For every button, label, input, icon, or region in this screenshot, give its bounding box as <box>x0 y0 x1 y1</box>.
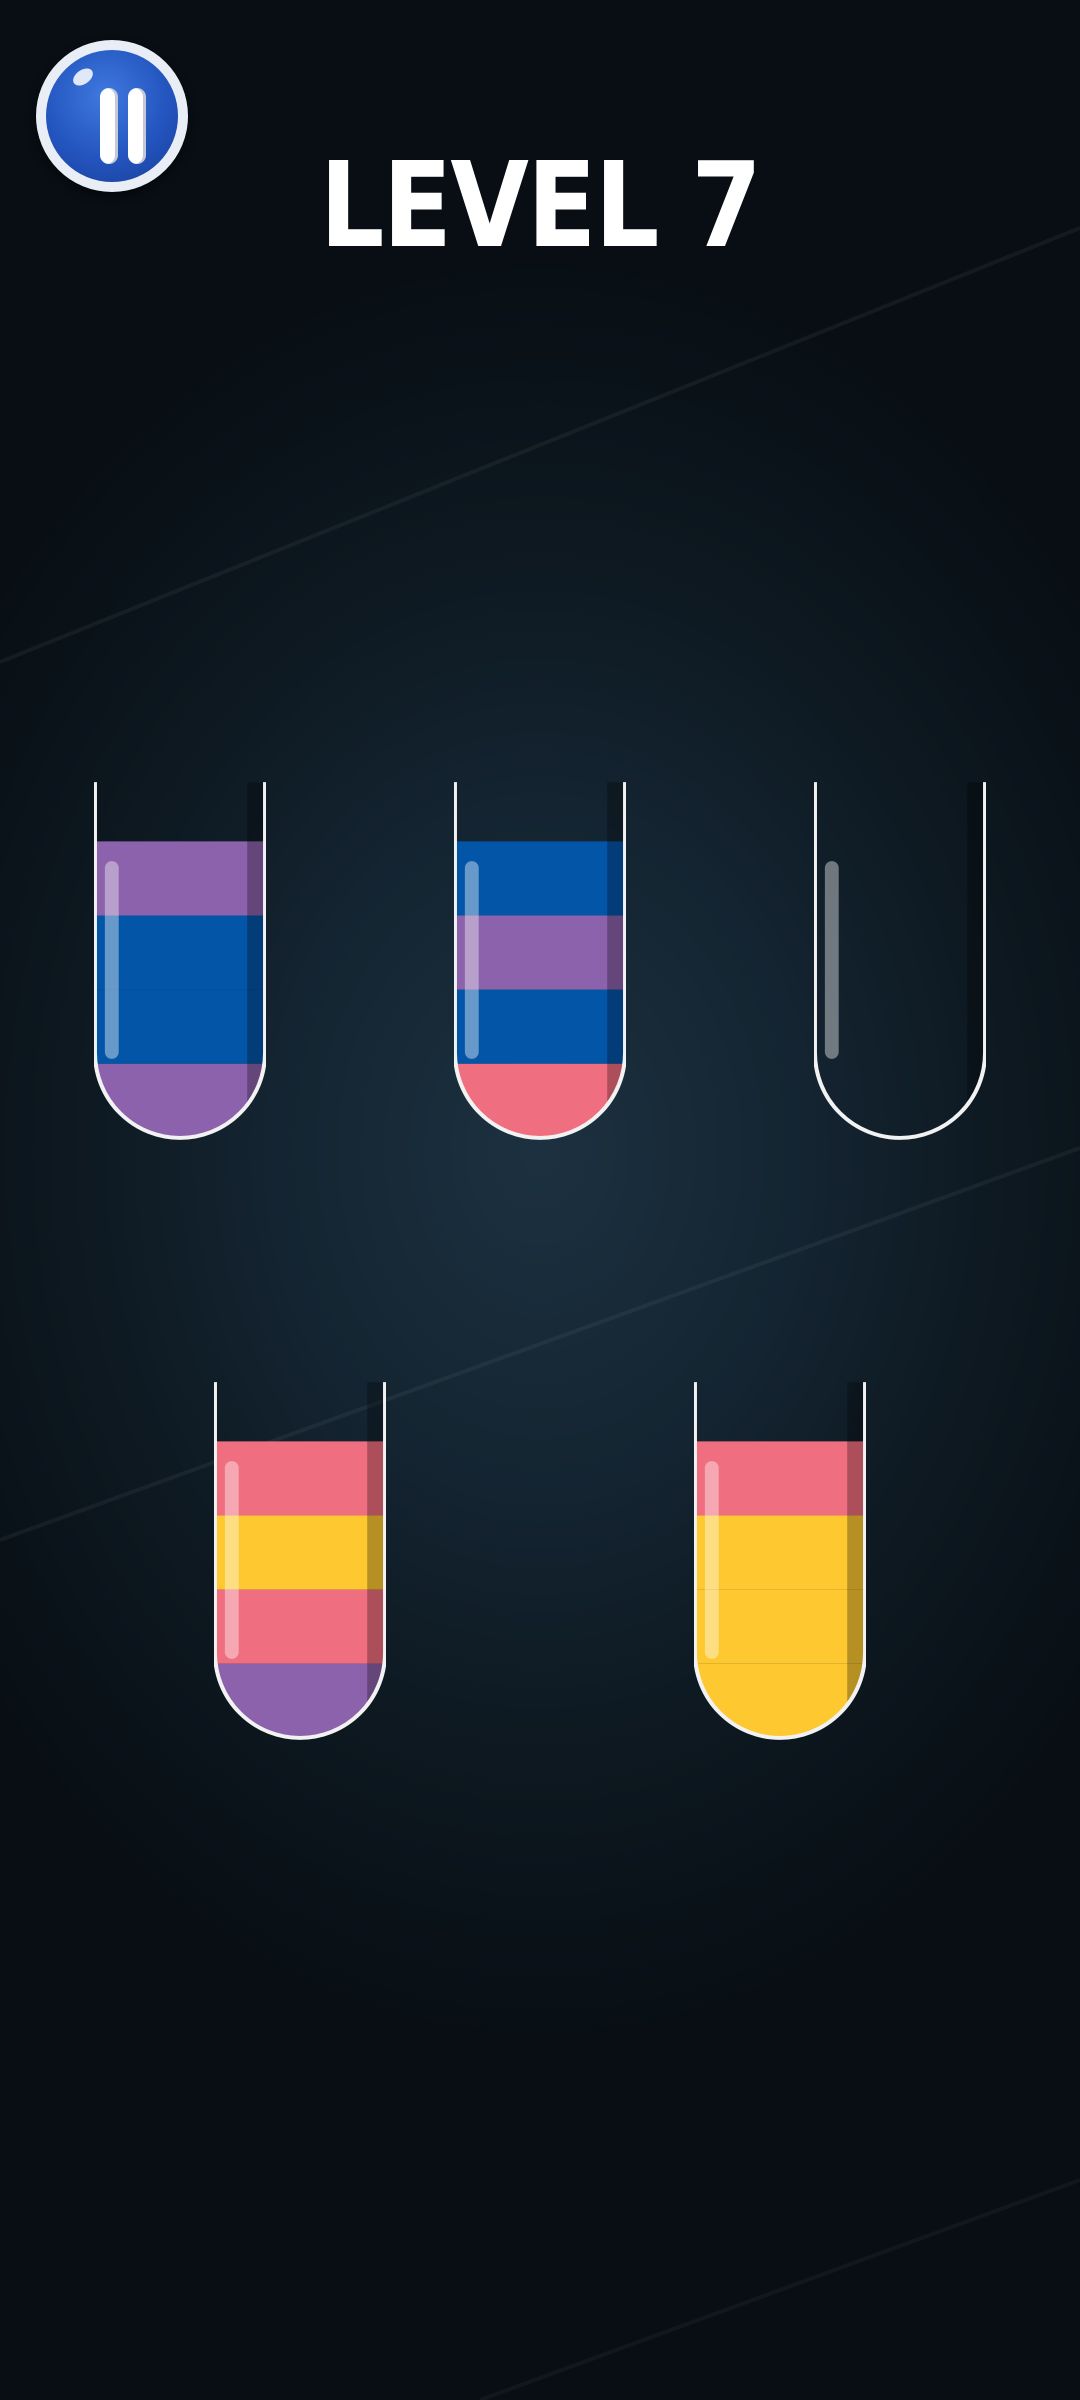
glass-highlight <box>104 861 119 1059</box>
liquid-layer-yellow <box>214 1515 386 1590</box>
liquid-layer-blue <box>454 989 626 1064</box>
liquid-layer-pink <box>214 1441 386 1516</box>
liquid-layer-pink <box>694 1441 866 1516</box>
glass-highlight <box>704 1461 719 1659</box>
glass-highlight <box>464 861 479 1059</box>
tube-3[interactable] <box>814 780 986 1140</box>
liquid-layer-purple <box>214 1663 386 1738</box>
liquid-layer-yellow <box>694 1663 866 1738</box>
level-title: LEVEL 7 <box>319 136 762 274</box>
liquid-layer-blue <box>94 989 266 1064</box>
glass-highlight <box>224 1461 239 1659</box>
glass-highlight <box>824 861 839 1059</box>
liquid-layer-yellow <box>694 1589 866 1664</box>
tube-1[interactable] <box>94 780 266 1140</box>
liquid-layer-blue <box>94 915 266 990</box>
liquid-layer-purple <box>94 1063 266 1138</box>
liquid-layer-yellow <box>694 1515 866 1590</box>
tube-outline <box>814 782 986 1140</box>
liquid-layer-purple <box>454 915 626 990</box>
tube-shade <box>967 782 986 1138</box>
tube-shade <box>367 1382 386 1738</box>
game-screen: LEVEL 7 <box>0 0 1080 2400</box>
liquid-layer-blue <box>454 841 626 916</box>
tube-shade <box>847 1382 866 1738</box>
tube-2[interactable] <box>454 780 626 1140</box>
tube-shade <box>607 782 626 1138</box>
liquid-layer-pink <box>214 1589 386 1664</box>
background-decoration <box>0 226 1080 2400</box>
tube-shade <box>247 782 266 1138</box>
tube-5[interactable] <box>694 1380 866 1740</box>
liquid-layer-purple <box>94 841 266 916</box>
tube-4[interactable] <box>214 1380 386 1740</box>
liquid-layer-pink <box>454 1063 626 1138</box>
